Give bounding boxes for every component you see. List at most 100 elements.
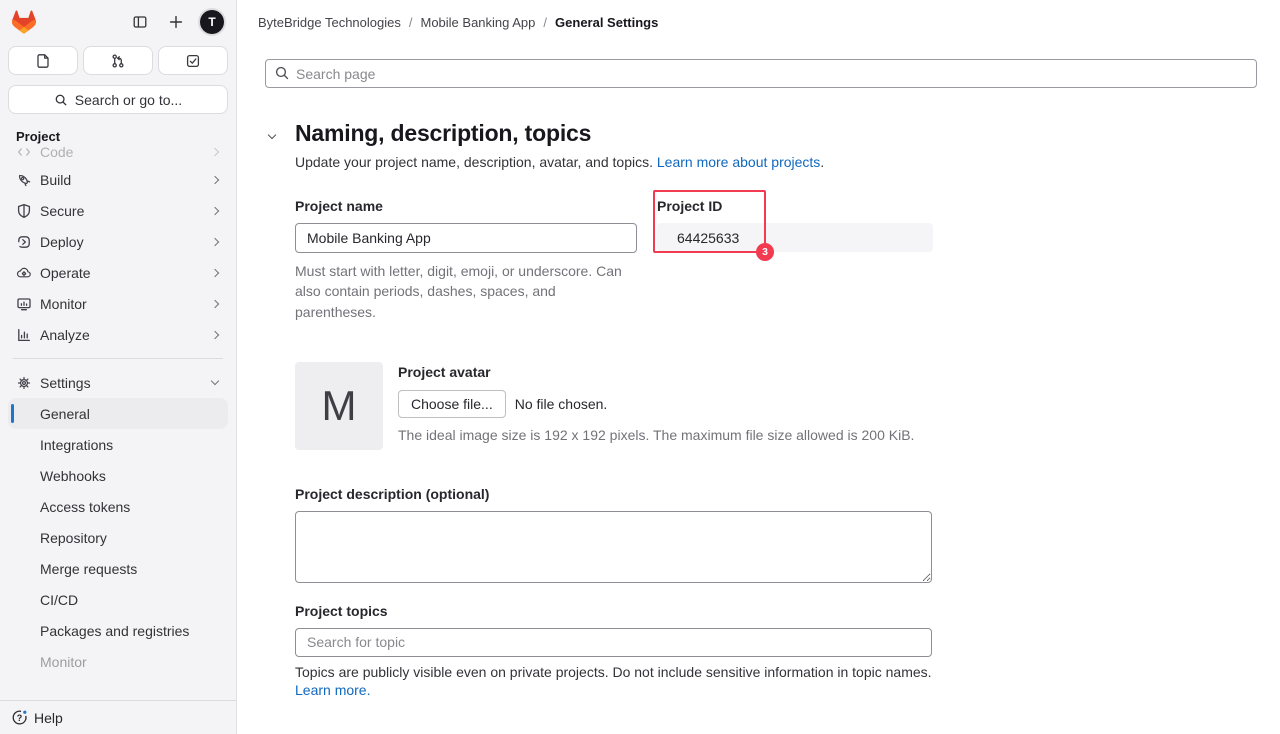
app-window: T [0, 0, 1280, 734]
learn-more-topics-link[interactable]: Learn more. [295, 682, 1280, 698]
no-file-chosen-text: No file chosen. [515, 396, 608, 412]
chevron-right-icon [211, 175, 219, 183]
help-icon: ? [11, 709, 28, 726]
sidebar-shortcuts [0, 46, 236, 75]
breadcrumb-current: General Settings [555, 15, 658, 30]
sidebar-item-label: Settings [40, 375, 91, 391]
sidebar: T [0, 0, 237, 734]
sidebar-item-label: Monitor [40, 296, 87, 312]
search-or-go-to-label: Search or go to... [75, 92, 182, 108]
sidebar-item-settings[interactable]: Settings [8, 367, 228, 398]
subtitle-text: Update your project name, description, a… [295, 154, 653, 170]
chevron-right-icon [211, 206, 219, 214]
chart-icon [16, 327, 32, 343]
chevron-right-icon [211, 268, 219, 276]
project-description-group: Project description (optional) [295, 486, 1280, 586]
avatar-help-text: The ideal image size is 192 x 192 pixels… [398, 427, 914, 443]
rocket-icon [16, 172, 32, 188]
operate-icon [16, 265, 32, 281]
project-description-textarea[interactable] [295, 511, 932, 583]
sidebar-item-build[interactable]: Build [8, 164, 228, 195]
merge-request-icon [110, 53, 126, 69]
section-collapse-button[interactable] [263, 127, 281, 145]
sidebar-item-general[interactable]: General [8, 398, 228, 429]
gitlab-tanuki-icon [12, 10, 36, 34]
plus-icon [168, 14, 184, 30]
shield-icon [16, 203, 32, 219]
sidebar-item-label: Secure [40, 203, 84, 219]
issues-icon [35, 53, 51, 69]
main-content: ByteBridge Technologies / Mobile Banking… [237, 0, 1280, 734]
page-search-input[interactable] [265, 59, 1257, 88]
subtitle-suffix: . [820, 154, 824, 170]
subitem-label: Webhooks [40, 468, 106, 484]
help-label: Help [34, 710, 63, 726]
choose-file-button[interactable]: Choose file... [398, 390, 506, 418]
topics-search-input[interactable] [295, 628, 932, 657]
svg-text:?: ? [17, 713, 23, 723]
sidebar-item-repository[interactable]: Repository [8, 522, 228, 553]
sidebar-item-secure[interactable]: Secure [8, 195, 228, 226]
sidebar-item-label: Code [40, 147, 73, 160]
topics-help-sentence: Topics are publicly visible even on priv… [295, 664, 932, 680]
breadcrumb: ByteBridge Technologies / Mobile Banking… [237, 0, 1280, 44]
project-name-group: Project name Must start with letter, dig… [295, 198, 637, 322]
sidebar-item-cicd[interactable]: CI/CD [8, 584, 228, 615]
sidebar-item-deploy[interactable]: Deploy [8, 226, 228, 257]
sidebar-item-operate[interactable]: Operate [8, 257, 228, 288]
todo-shortcut-button[interactable] [158, 46, 228, 75]
sidebar-item-access-tokens[interactable]: Access tokens [8, 491, 228, 522]
breadcrumb-separator: / [543, 15, 547, 30]
sidebar-section-title: Project [16, 129, 236, 144]
deploy-icon [16, 234, 32, 250]
naming-section: Naming, description, topics Update your … [237, 120, 1280, 734]
sidebar-toggle-button[interactable] [128, 10, 152, 34]
subitem-label: Packages and registries [40, 623, 189, 639]
sidebar-item-label: Build [40, 172, 71, 188]
create-new-button[interactable] [164, 10, 188, 34]
code-icon [16, 147, 32, 160]
project-avatar-label: Project avatar [398, 364, 914, 380]
subitem-label: Repository [40, 530, 107, 546]
avatar-letter: M [322, 382, 357, 430]
name-id-row: Project name Must start with letter, dig… [295, 198, 1280, 322]
breadcrumb-group-link[interactable]: ByteBridge Technologies [258, 15, 401, 30]
sidebar-item-monitor-settings[interactable]: Monitor [8, 646, 228, 677]
help-button[interactable]: ? Help [0, 700, 236, 734]
search-icon [54, 93, 68, 107]
merge-requests-shortcut-button[interactable] [83, 46, 153, 75]
learn-more-projects-link[interactable]: Learn more about projects [657, 154, 820, 170]
sidebar-item-code[interactable]: Code [8, 147, 228, 164]
user-avatar-letter: T [208, 15, 215, 29]
breadcrumb-project-link[interactable]: Mobile Banking App [420, 15, 535, 30]
issues-shortcut-button[interactable] [8, 46, 78, 75]
chevron-down-icon [211, 377, 219, 385]
chevron-down-icon [268, 131, 276, 139]
project-name-help: Must start with letter, digit, emoji, or… [295, 261, 637, 322]
search-icon [274, 65, 290, 81]
chevron-right-icon [211, 147, 219, 155]
sidebar-item-label: Analyze [40, 327, 90, 343]
project-description-label: Project description (optional) [295, 486, 1280, 502]
subitem-label: Integrations [40, 437, 113, 453]
sidebar-item-packages-registries[interactable]: Packages and registries [8, 615, 228, 646]
gear-icon [16, 375, 32, 391]
project-avatar-row: M Project avatar Choose file... No file … [295, 362, 1280, 450]
sidebar-item-webhooks[interactable]: Webhooks [8, 460, 228, 491]
sidebar-item-label: Deploy [40, 234, 84, 250]
monitor-icon [16, 296, 32, 312]
sidebar-item-analyze[interactable]: Analyze [8, 319, 228, 350]
subitem-label: Merge requests [40, 561, 137, 577]
user-avatar[interactable]: T [200, 10, 224, 34]
project-name-input[interactable] [295, 223, 637, 253]
page-search [265, 59, 1257, 88]
project-id-value: 64425633 [657, 223, 933, 252]
sidebar-item-monitor[interactable]: Monitor [8, 288, 228, 319]
sidebar-divider [13, 358, 223, 359]
todo-check-icon [185, 53, 201, 69]
panel-toggle-icon [132, 14, 148, 30]
search-or-go-to-button[interactable]: Search or go to... [8, 85, 228, 114]
gitlab-logo[interactable] [12, 10, 36, 34]
sidebar-item-merge-requests[interactable]: Merge requests [8, 553, 228, 584]
sidebar-item-integrations[interactable]: Integrations [8, 429, 228, 460]
